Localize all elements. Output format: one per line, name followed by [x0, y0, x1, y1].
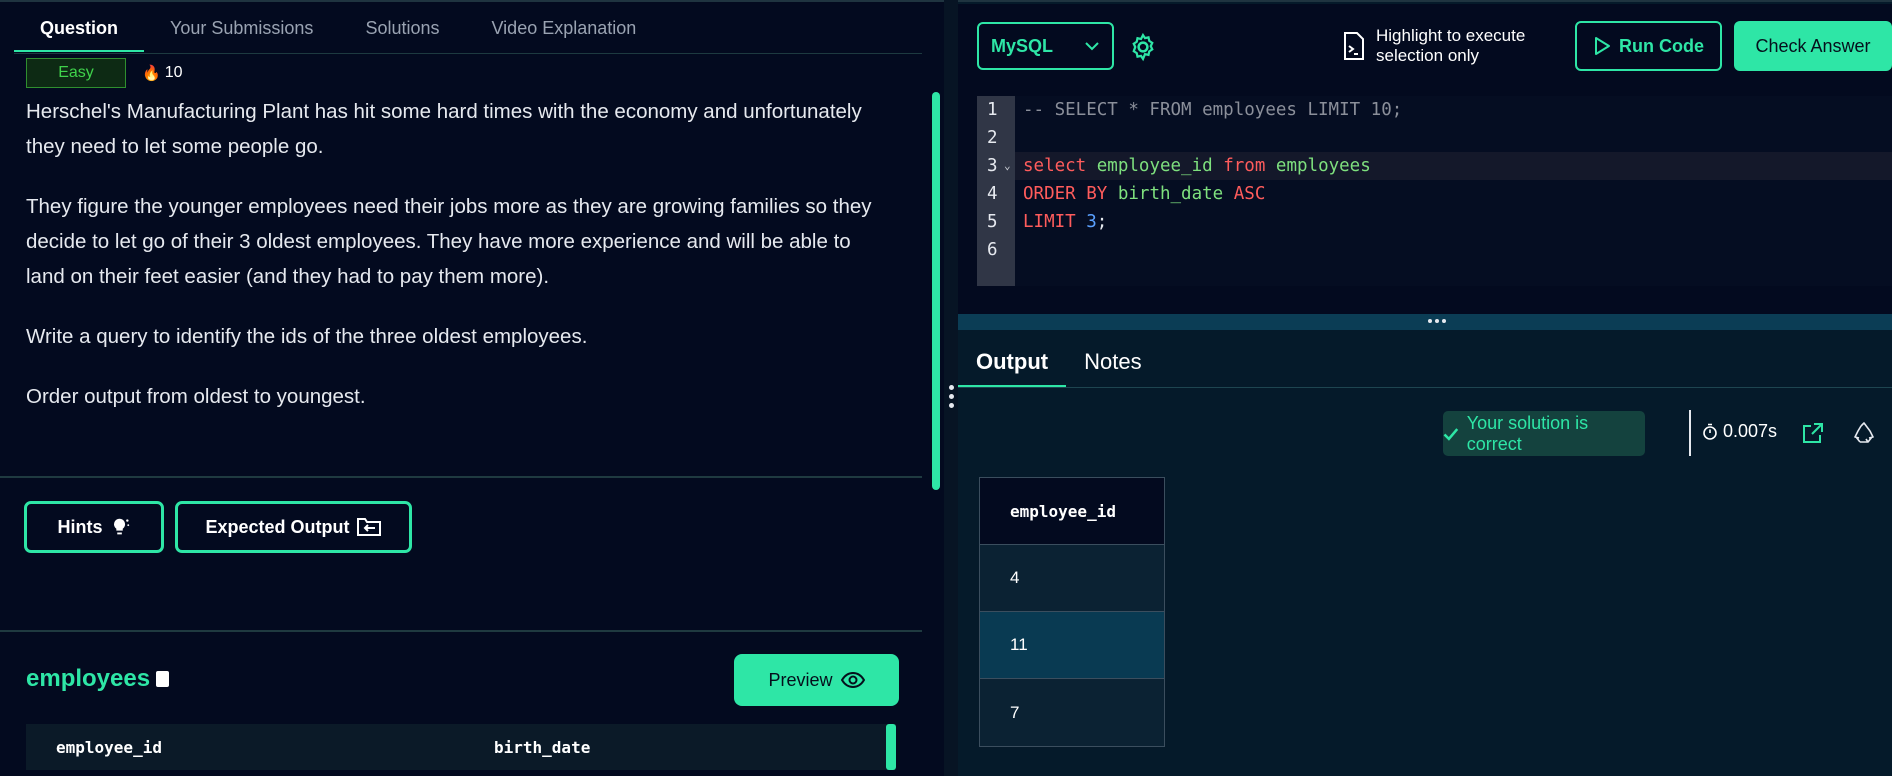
output-tabs: Output Notes: [958, 336, 1892, 388]
code-line-active: select employee_id from employees: [1015, 152, 1892, 180]
line-number: 2: [987, 128, 998, 148]
tab-solutions[interactable]: Solutions: [339, 6, 465, 52]
flame-icon: 🔥: [142, 65, 161, 82]
result-status-badge: Your solution is correct: [1443, 411, 1645, 456]
recycle-icon[interactable]: [1852, 422, 1876, 444]
run-code-label: Run Code: [1619, 35, 1704, 56]
more-dots-icon[interactable]: [1428, 319, 1446, 323]
tab-output[interactable]: Output: [958, 336, 1067, 387]
hints-button[interactable]: Hints: [24, 501, 164, 553]
stopwatch-icon: [1703, 423, 1717, 440]
folder-arrow-icon: [356, 518, 381, 536]
divider: [0, 630, 922, 632]
result-message: Your solution is correct: [1466, 412, 1589, 454]
table-title: employees: [26, 665, 170, 693]
check-answer-button[interactable]: Check Answer: [1734, 21, 1892, 71]
schema-column-employee-id: employee_id: [56, 737, 162, 757]
copy-icon[interactable]: [156, 671, 170, 687]
line-number: 6: [987, 240, 998, 260]
line-number: 3 ⌄: [977, 152, 1015, 180]
resize-handle-icon[interactable]: [946, 385, 956, 408]
divider: [0, 476, 922, 478]
code-editor[interactable]: 1 2 3 ⌄ 4 5 6 -- SELECT * FROM employees …: [977, 96, 1892, 286]
difficulty-row: Easy 🔥 10: [26, 58, 182, 88]
schema-scrollbar[interactable]: [886, 724, 896, 770]
line-number: 1: [987, 100, 998, 120]
fold-chevron-icon[interactable]: ⌄: [1004, 152, 1011, 180]
line-number: 5: [987, 212, 998, 232]
lightbulb-icon: [113, 518, 129, 535]
result-column-header: employee_id: [980, 478, 1164, 545]
preview-label: Preview: [768, 669, 833, 690]
language-value: MySQL: [991, 35, 1054, 56]
chevron-down-icon: [1085, 42, 1099, 51]
tab-question[interactable]: Question: [14, 6, 145, 52]
result-row: 7: [980, 679, 1164, 746]
divider: [1689, 410, 1691, 456]
execution-time-value: 0.007s: [1723, 421, 1778, 441]
result-table: employee_id 4 11 7: [979, 477, 1165, 747]
question-scrollbar[interactable]: [932, 92, 940, 490]
execution-time: 0.007s: [1702, 421, 1777, 442]
tab-video-explanation[interactable]: Video Explanation: [466, 6, 663, 52]
schema-table-header: employee_id birth_date: [26, 724, 896, 770]
xp-value: 10: [164, 64, 183, 81]
description-paragraph: Write a query to identify the ids of the…: [26, 325, 588, 348]
eye-icon: [840, 671, 865, 689]
expected-output-label: Expected Output: [205, 516, 350, 537]
highlight-execute-toggle[interactable]: Highlight to execute selection only: [1342, 26, 1525, 66]
schema-column-birth-date: birth_date: [494, 737, 591, 757]
xp-points: 🔥 10: [142, 64, 182, 82]
check-icon: [1443, 427, 1459, 441]
line-number-gutter: 1 2 3 ⌄ 4 5 6: [977, 96, 1015, 286]
hints-label: Hints: [57, 516, 103, 537]
line-number: 4: [987, 184, 998, 204]
preview-button[interactable]: Preview: [734, 654, 899, 706]
tab-notes[interactable]: Notes: [1066, 336, 1159, 387]
result-row: 11: [980, 612, 1164, 679]
highlight-label-line1: Highlight to execute: [1376, 26, 1526, 45]
language-select[interactable]: MySQL: [977, 22, 1114, 70]
editor-area: MySQL Highlight to execute selection onl…: [958, 4, 1892, 314]
description-paragraph: Order output from oldest to youngest.: [26, 385, 366, 408]
run-code-button[interactable]: Run Code: [1575, 21, 1722, 71]
description-paragraph: Herschel's Manufacturing Plant has hit s…: [26, 100, 862, 158]
code-line: LIMIT 3;: [1023, 212, 1108, 232]
code-line: ORDER BY birth_date ASC: [1023, 184, 1266, 204]
description-paragraph: They figure the younger employees need t…: [26, 195, 872, 288]
file-code-icon: [1344, 32, 1364, 60]
result-row: 4: [980, 545, 1164, 612]
table-name: employees: [26, 665, 151, 692]
play-icon: [1595, 37, 1610, 55]
code-line: -- SELECT * FROM employees LIMIT 10;: [1023, 100, 1403, 120]
question-description: Herschel's Manufacturing Plant has hit s…: [26, 94, 886, 439]
difficulty-badge: Easy: [26, 58, 126, 88]
tab-your-submissions[interactable]: Your Submissions: [144, 6, 339, 52]
highlight-label-line2: selection only: [1376, 46, 1480, 65]
editor-output-resizer[interactable]: [958, 314, 1892, 330]
editor-panel: MySQL Highlight to execute selection onl…: [958, 0, 1892, 776]
expected-output-button[interactable]: Expected Output: [175, 501, 412, 553]
question-panel: Question Your Submissions Solutions Vide…: [0, 0, 944, 776]
question-tabs: Question Your Submissions Solutions Vide…: [14, 6, 922, 54]
gear-icon[interactable]: [1128, 32, 1158, 62]
external-link-icon[interactable]: [1801, 421, 1825, 445]
